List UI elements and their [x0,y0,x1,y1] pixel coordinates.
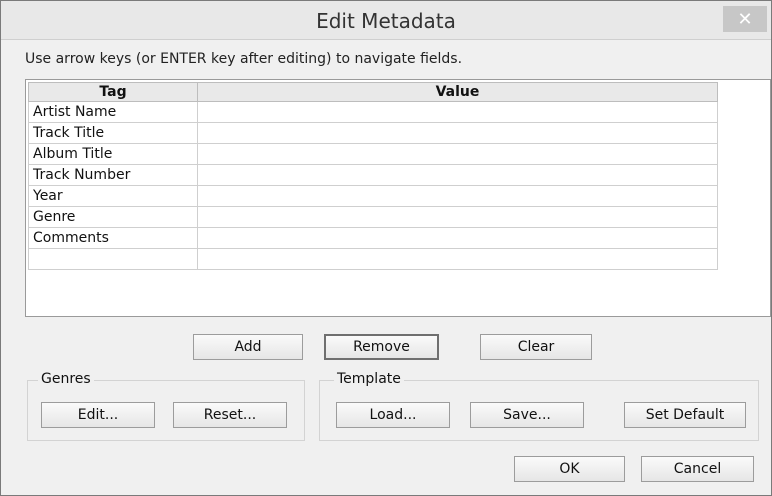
value-cell[interactable] [197,185,718,207]
genres-group-label: Genres [38,371,94,387]
edit-metadata-dialog: Edit Metadata ✕ Use arrow keys (or ENTER… [0,0,772,496]
value-cell[interactable] [197,227,718,249]
template-group-label: Template [334,371,404,387]
genres-edit-button[interactable]: Edit... [41,402,155,428]
tag-cell[interactable]: Comments [28,227,198,249]
value-cell[interactable] [197,143,718,165]
tag-cell[interactable]: Genre [28,206,198,228]
value-cell[interactable] [197,248,718,270]
template-save-button[interactable]: Save... [470,402,584,428]
title-bar: Edit Metadata ✕ [1,1,771,40]
close-icon: ✕ [737,8,753,30]
column-header-value[interactable]: Value [197,82,718,102]
column-header-tag[interactable]: Tag [28,82,198,102]
table-row[interactable]: Artist Name [28,101,718,123]
dialog-title: Edit Metadata [316,9,456,33]
table-row[interactable]: Year [28,185,718,207]
cancel-button[interactable]: Cancel [641,456,754,482]
add-button[interactable]: Add [193,334,303,360]
metadata-grid: Tag Value Artist Name Track Title Album … [25,79,771,317]
table-row[interactable]: Album Title [28,143,718,165]
value-cell[interactable] [197,164,718,186]
remove-button[interactable]: Remove [324,334,439,360]
template-load-button[interactable]: Load... [336,402,450,428]
table-row[interactable]: Comments [28,227,718,249]
set-default-button[interactable]: Set Default [624,402,746,428]
tag-cell[interactable]: Year [28,185,198,207]
value-cell[interactable] [197,122,718,144]
metadata-table: Tag Value Artist Name Track Title Album … [28,82,718,270]
tag-cell[interactable]: Artist Name [28,101,198,123]
ok-button[interactable]: OK [514,456,625,482]
value-cell[interactable] [197,101,718,123]
tag-cell[interactable]: Track Number [28,164,198,186]
clear-button[interactable]: Clear [480,334,592,360]
genres-reset-button[interactable]: Reset... [173,402,287,428]
header-row: Tag Value [28,82,718,102]
navigation-hint: Use arrow keys (or ENTER key after editi… [25,51,463,67]
value-cell[interactable] [197,206,718,228]
tag-cell[interactable]: Track Title [28,122,198,144]
table-row[interactable]: Track Number [28,164,718,186]
close-button[interactable]: ✕ [723,6,767,32]
tag-cell[interactable] [28,248,198,270]
table-row[interactable] [28,248,718,270]
tag-cell[interactable]: Album Title [28,143,198,165]
table-row[interactable]: Track Title [28,122,718,144]
table-row[interactable]: Genre [28,206,718,228]
